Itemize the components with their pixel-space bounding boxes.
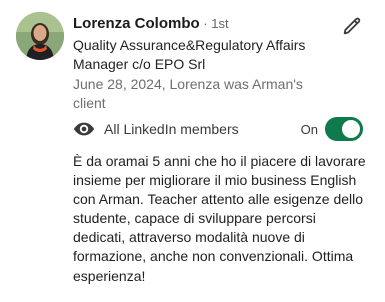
visibility-label: All LinkedIn members [104, 121, 239, 137]
person-name[interactable]: Lorenza Colombo [73, 15, 200, 32]
pencil-icon [343, 17, 361, 35]
name-line: Lorenza Colombo · 1st [73, 14, 333, 34]
toggle-knob [342, 120, 360, 138]
visibility-setting: All LinkedIn members [73, 116, 239, 142]
edit-button[interactable] [338, 12, 366, 40]
connection-degree: · 1st [199, 16, 229, 31]
avatar[interactable] [16, 12, 64, 60]
recommendation-text: È da oramai 5 anni che ho il piacere di … [73, 153, 366, 284]
visibility-toggle[interactable] [325, 117, 363, 141]
recommendation-card: Lorenza Colombo · 1st Quality Assurance&… [0, 0, 385, 302]
eye-icon [73, 118, 95, 140]
recommendation-header: Lorenza Colombo · 1st Quality Assurance&… [73, 14, 333, 113]
person-headline: Quality Assurance&Regulatory Affairs Man… [73, 37, 306, 72]
recommendation-meta: June 28, 2024, Lorenza was Arman's clien… [73, 76, 303, 111]
visibility-toggle-group: On [301, 116, 363, 142]
toggle-state-label: On [300, 121, 318, 137]
profile-photo [16, 12, 64, 60]
